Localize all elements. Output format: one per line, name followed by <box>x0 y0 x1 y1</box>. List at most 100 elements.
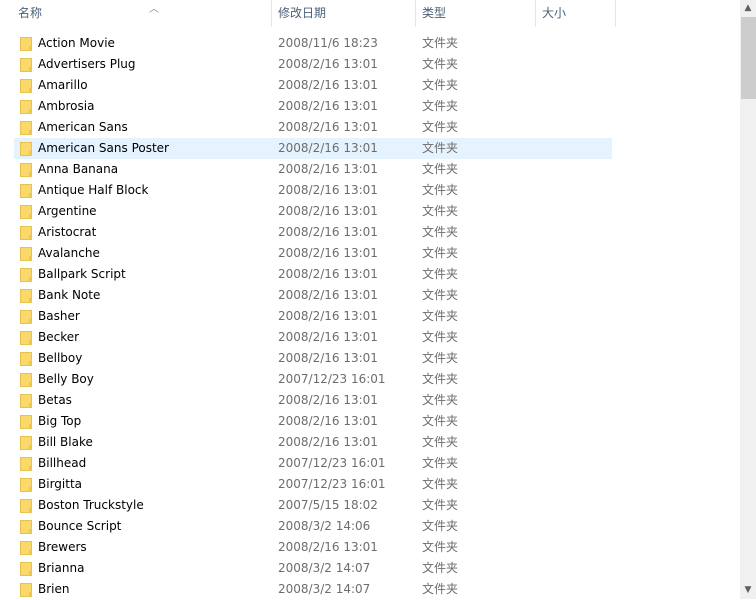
file-type: 文件夹 <box>422 246 459 260</box>
file-row[interactable]: Big Top 2008/2/16 13:01 文件夹 <box>14 411 612 432</box>
folder-icon <box>20 520 32 534</box>
scroll-down-icon[interactable]: ▼ <box>740 582 756 599</box>
file-row[interactable]: American Sans 2008/2/16 13:01 文件夹 <box>14 117 612 138</box>
file-row[interactable]: Billhead 2007/12/23 16:01 文件夹 <box>14 453 612 474</box>
sort-ascending-icon: ︿ <box>149 4 159 15</box>
file-row[interactable]: Brewers 2008/2/16 13:01 文件夹 <box>14 537 612 558</box>
modified-date: 2008/2/16 13:01 <box>278 435 378 449</box>
folder-icon <box>20 436 32 450</box>
file-type: 文件夹 <box>422 582 459 596</box>
file-row[interactable]: Argentine 2008/2/16 13:01 文件夹 <box>14 201 612 222</box>
folder-icon <box>20 58 32 72</box>
file-row[interactable]: American Sans Poster 2008/2/16 13:01 文件夹 <box>14 138 612 159</box>
file-type: 文件夹 <box>422 183 459 197</box>
folder-icon <box>20 226 32 240</box>
folder-icon <box>20 352 32 366</box>
file-row[interactable]: Bounce Script 2008/3/2 14:06 文件夹 <box>14 516 612 537</box>
modified-date: 2008/2/16 13:01 <box>278 414 378 428</box>
folder-icon <box>20 499 32 513</box>
file-row[interactable]: Brianna 2008/3/2 14:07 文件夹 <box>14 558 612 579</box>
file-row[interactable]: Action Movie 2008/11/6 18:23 文件夹 <box>14 33 612 54</box>
file-type: 文件夹 <box>422 267 459 281</box>
modified-date: 2008/2/16 13:01 <box>278 162 378 176</box>
file-name: Anna Banana <box>38 162 119 176</box>
modified-date: 2008/2/16 13:01 <box>278 540 378 554</box>
file-row[interactable]: Anna Banana 2008/2/16 13:01 文件夹 <box>14 159 612 180</box>
file-name: Billhead <box>38 456 87 470</box>
file-type: 文件夹 <box>422 435 459 449</box>
folder-icon <box>20 310 32 324</box>
folder-icon <box>20 163 32 177</box>
file-row[interactable]: Bank Note 2008/2/16 13:01 文件夹 <box>14 285 612 306</box>
modified-date: 2008/2/16 13:01 <box>278 267 378 281</box>
file-row[interactable]: Avalanche 2008/2/16 13:01 文件夹 <box>14 243 612 264</box>
column-type[interactable]: 类型 <box>416 0 536 27</box>
folder-icon <box>20 562 32 576</box>
file-name: Bounce Script <box>38 519 122 533</box>
file-row[interactable]: Bellboy 2008/2/16 13:01 文件夹 <box>14 348 612 369</box>
file-type: 文件夹 <box>422 309 459 323</box>
file-type: 文件夹 <box>422 162 459 176</box>
folder-icon <box>20 289 32 303</box>
file-row[interactable]: Betas 2008/2/16 13:01 文件夹 <box>14 390 612 411</box>
file-type: 文件夹 <box>422 57 459 71</box>
modified-date: 2007/12/23 16:01 <box>278 372 386 386</box>
column-name-label: 名称 <box>18 6 43 20</box>
file-type: 文件夹 <box>422 288 459 302</box>
file-type: 文件夹 <box>422 204 459 218</box>
file-row[interactable]: Bill Blake 2008/2/16 13:01 文件夹 <box>14 432 612 453</box>
file-type: 文件夹 <box>422 477 459 491</box>
file-name: Avalanche <box>38 246 100 260</box>
file-row[interactable]: Amarillo 2008/2/16 13:01 文件夹 <box>14 75 612 96</box>
modified-date: 2008/2/16 13:01 <box>278 288 378 302</box>
folder-icon <box>20 205 32 219</box>
file-name: Becker <box>38 330 80 344</box>
file-name: Aristocrat <box>38 225 97 239</box>
file-name: Bank Note <box>38 288 101 302</box>
column-date[interactable]: 修改日期 <box>272 0 416 27</box>
file-row[interactable]: Basher 2008/2/16 13:01 文件夹 <box>14 306 612 327</box>
modified-date: 2008/2/16 13:01 <box>278 309 378 323</box>
file-row[interactable]: Brien 2008/3/2 14:07 文件夹 <box>14 579 612 600</box>
file-row[interactable]: Aristocrat 2008/2/16 13:01 文件夹 <box>14 222 612 243</box>
scrollbar-thumb[interactable] <box>741 17 756 99</box>
file-name: Brien <box>38 582 70 596</box>
file-name: Brianna <box>38 561 85 575</box>
file-type: 文件夹 <box>422 498 459 512</box>
modified-date: 2007/5/15 18:02 <box>278 498 378 512</box>
folder-icon <box>20 415 32 429</box>
modified-date: 2008/2/16 13:01 <box>278 330 378 344</box>
file-row[interactable]: Advertisers Plug 2008/2/16 13:01 文件夹 <box>14 54 612 75</box>
modified-date: 2008/2/16 13:01 <box>278 57 378 71</box>
column-name[interactable]: 名称 ︿ <box>12 0 272 27</box>
folder-icon <box>20 142 32 156</box>
column-size[interactable]: 大小 <box>536 0 616 27</box>
file-row[interactable]: Antique Half Block 2008/2/16 13:01 文件夹 <box>14 180 612 201</box>
folder-icon <box>20 331 32 345</box>
file-row[interactable]: Boston Truckstyle 2007/5/15 18:02 文件夹 <box>14 495 612 516</box>
folder-icon <box>20 37 32 51</box>
file-type: 文件夹 <box>422 519 459 533</box>
file-name: Belly Boy <box>38 372 94 386</box>
file-name: Boston Truckstyle <box>38 498 144 512</box>
file-row[interactable]: Becker 2008/2/16 13:01 文件夹 <box>14 327 612 348</box>
file-row[interactable]: Ambrosia 2008/2/16 13:01 文件夹 <box>14 96 612 117</box>
modified-date: 2008/3/2 14:07 <box>278 582 371 596</box>
file-type: 文件夹 <box>422 351 459 365</box>
file-name: Antique Half Block <box>38 183 149 197</box>
file-row[interactable]: Belly Boy 2007/12/23 16:01 文件夹 <box>14 369 612 390</box>
file-type: 文件夹 <box>422 330 459 344</box>
file-type: 文件夹 <box>422 78 459 92</box>
modified-date: 2008/2/16 13:01 <box>278 120 378 134</box>
file-row[interactable]: Ballpark Script 2008/2/16 13:01 文件夹 <box>14 264 612 285</box>
file-type: 文件夹 <box>422 372 459 386</box>
vertical-scrollbar[interactable]: ▲ ▼ <box>740 0 756 599</box>
modified-date: 2008/2/16 13:01 <box>278 183 378 197</box>
file-row[interactable]: Birgitta 2007/12/23 16:01 文件夹 <box>14 474 612 495</box>
file-name: American Sans Poster <box>38 141 169 155</box>
folder-icon <box>20 373 32 387</box>
file-name: Ambrosia <box>38 99 95 113</box>
file-name: Ballpark Script <box>38 267 126 281</box>
scroll-up-icon[interactable]: ▲ <box>740 0 756 17</box>
file-type: 文件夹 <box>422 414 459 428</box>
